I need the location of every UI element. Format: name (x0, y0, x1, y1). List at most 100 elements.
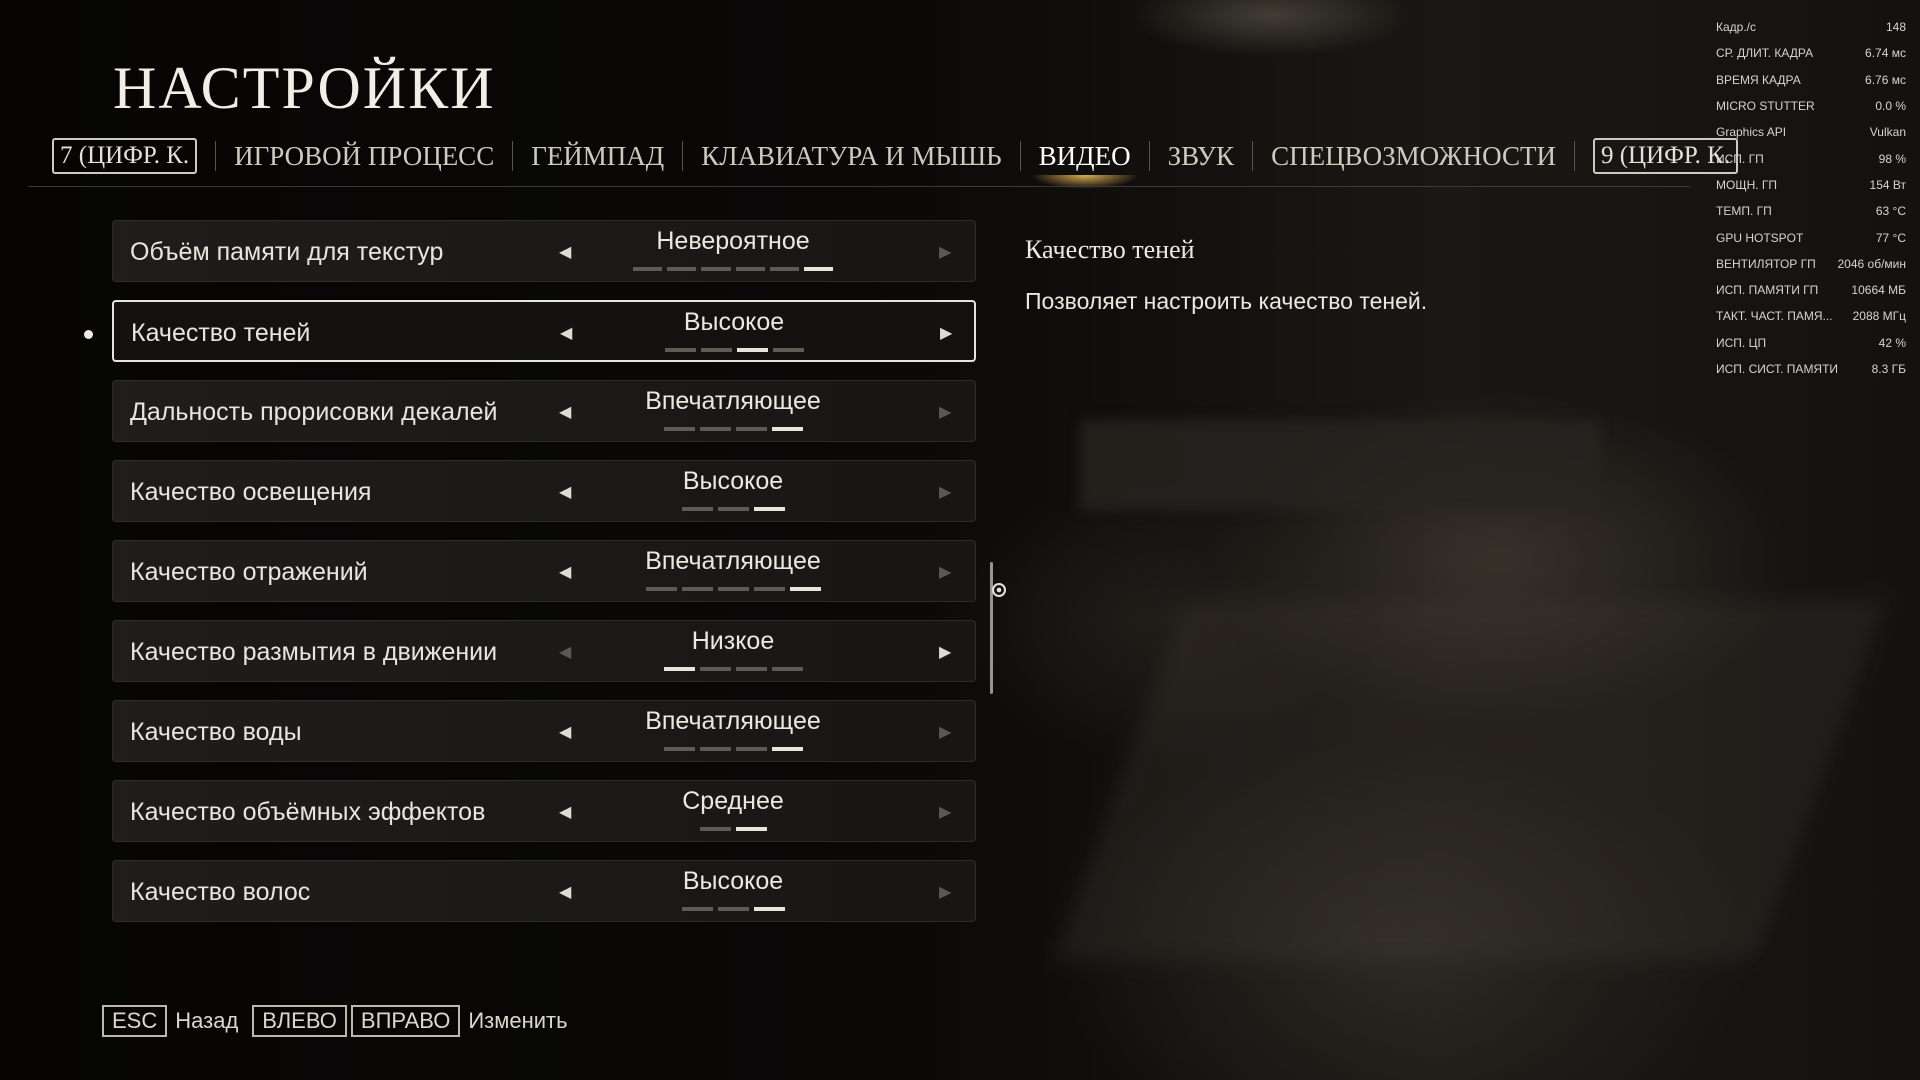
arrow-right-icon[interactable]: ▶ (939, 642, 951, 662)
arrow-left-icon[interactable]: ◀ (559, 402, 571, 422)
setting-value: Впечатляющее (645, 547, 821, 575)
arrow-right-icon[interactable]: ▶ (939, 802, 951, 822)
scrollbar[interactable] (990, 562, 993, 694)
level-indicator (634, 348, 834, 352)
arrow-right-icon[interactable]: ▶ (939, 242, 951, 262)
prev-tab-key[interactable]: 7 (ЦИФР. К. (52, 138, 198, 174)
level-pip (771, 667, 803, 671)
setting-row[interactable]: Качество волос ◀ Высокое ▶ (112, 860, 976, 922)
setting-label: Качество освещения (130, 478, 372, 506)
arrow-left-icon[interactable]: ◀ (559, 882, 571, 902)
arrow-right-icon[interactable]: ▶ (939, 722, 951, 742)
tab-gameplay[interactable]: ИГРОВОЙ ПРОЦЕСС (216, 141, 512, 172)
arrow-left-icon[interactable]: ◀ (560, 323, 572, 343)
osd-label: ВЕНТИЛЯТОР ГП (1716, 256, 1816, 271)
level-pip (699, 427, 731, 431)
osd-value: 6.74 мс (1865, 46, 1906, 61)
setting-row[interactable]: Качество объёмных эффектов ◀ Среднее ▶ (112, 780, 976, 842)
osd-row: ИСП. СИСТ. ПАМЯТИ 8.3 ГБ (1716, 356, 1906, 382)
osd-label: СР. ДЛИТ. КАДРА (1716, 46, 1814, 61)
setting-row[interactable]: Качество теней ◀ Высокое ▶ (112, 300, 976, 362)
tab-gamepad[interactable]: ГЕЙМПАД (513, 141, 682, 172)
osd-row: ИСП. ГП 98 % (1716, 145, 1906, 171)
level-pip (645, 587, 677, 591)
tab-underline (28, 186, 1690, 187)
osd-label: MICRO STUTTER (1716, 99, 1815, 114)
osd-label: GPU HOTSPOT (1716, 230, 1804, 245)
osd-value: 154 Вт (1869, 177, 1906, 192)
setting-row[interactable]: Качество отражений ◀ Впечатляющее ▶ (112, 540, 976, 602)
setting-label: Качество размытия в движении (130, 638, 498, 666)
osd-label: ТЕМП. ГП (1716, 204, 1772, 219)
setting-label: Дальность прорисовки декалей (130, 398, 498, 426)
right-key[interactable]: ВПРАВО (350, 1005, 461, 1037)
level-pip (735, 267, 765, 271)
tab-bar: 7 (ЦИФР. К. ИГРОВОЙ ПРОЦЕСС ГЕЙМПАД КЛАВ… (52, 136, 1739, 189)
left-key[interactable]: ВЛЕВО (252, 1005, 347, 1037)
back-label[interactable]: Назад (175, 1008, 238, 1034)
level-pip (667, 267, 697, 271)
arrow-left-icon[interactable]: ◀ (559, 242, 571, 262)
level-pip (699, 747, 731, 751)
description-text: Позволяет настроить качество теней. (1025, 288, 1428, 314)
level-pip (771, 747, 803, 751)
osd-label: ТАКТ. ЧАСТ. ПАМЯ... (1716, 309, 1833, 324)
level-pip (753, 507, 785, 511)
setting-row[interactable]: Объём памяти для текстур ◀ Невероятное ▶ (112, 220, 976, 282)
osd-value: Vulkan (1869, 125, 1906, 140)
setting-row[interactable]: Качество воды ◀ Впечатляющее ▶ (112, 700, 976, 762)
level-indicator (633, 427, 833, 431)
tab-accessibility[interactable]: СПЕЦВОЗМОЖНОСТИ (1253, 141, 1574, 172)
arrow-right-icon[interactable]: ▶ (939, 882, 951, 902)
setting-label: Качество объёмных эффектов (130, 798, 486, 826)
level-pip (771, 427, 803, 431)
arrow-right-icon[interactable]: ▶ (939, 482, 951, 502)
level-pip (681, 587, 713, 591)
osd-row: ИСП. ПАМЯТИ ГП 10664 МБ (1716, 277, 1906, 303)
osd-label: Graphics API (1716, 125, 1787, 140)
arrow-right-icon[interactable]: ▶ (940, 323, 952, 343)
description-title: Качество теней (1025, 235, 1195, 264)
esc-key[interactable]: ESC (102, 1005, 168, 1037)
osd-label: ИСП. СИСТ. ПАМЯТИ (1716, 362, 1839, 376)
arrow-left-icon[interactable]: ◀ (559, 642, 571, 662)
osd-row: Кадр./с 148 (1716, 14, 1906, 40)
level-pip (664, 348, 696, 352)
arrow-left-icon[interactable]: ◀ (559, 482, 571, 502)
background-furniture (1080, 420, 1600, 510)
tab-sound[interactable]: ЗВУК (1150, 141, 1252, 172)
level-pip (663, 747, 695, 751)
osd-row: ТЕМП. ГП 63 °C (1716, 198, 1906, 224)
level-pip (717, 907, 749, 911)
osd-value: 77 °C (1875, 230, 1906, 245)
arrow-left-icon[interactable]: ◀ (559, 562, 571, 582)
setting-row[interactable]: Качество размытия в движении ◀ Низкое ▶ (112, 620, 976, 682)
page-title: НАСТРОЙКИ (113, 55, 496, 121)
osd-value: 6.76 мс (1865, 72, 1906, 87)
osd-label: ИСП. ГП (1716, 151, 1764, 166)
tab-keyboard-mouse[interactable]: КЛАВИАТУРА И МЫШЬ (683, 141, 1019, 172)
arrow-left-icon[interactable]: ◀ (559, 722, 571, 742)
setting-row[interactable]: Дальность прорисовки декалей ◀ Впечатляю… (112, 380, 976, 442)
arrow-right-icon[interactable]: ▶ (939, 562, 951, 582)
osd-row: ВЕНТИЛЯТОР ГП 2046 об/мин (1716, 251, 1906, 277)
level-pip (753, 907, 785, 911)
level-pip (772, 348, 804, 352)
level-pip (663, 667, 695, 671)
tab-video[interactable]: ВИДЕО (1021, 141, 1149, 189)
setting-row[interactable]: Качество освещения ◀ Высокое ▶ (112, 460, 976, 522)
setting-label: Качество воды (130, 718, 302, 746)
osd-label: ВРЕМЯ КАДРА (1716, 72, 1801, 87)
arrow-left-icon[interactable]: ◀ (559, 802, 571, 822)
osd-value: 0.0 % (1875, 99, 1906, 114)
setting-label: Качество теней (131, 319, 311, 347)
mouse-cursor-icon (992, 583, 1006, 597)
osd-label: ИСП. ЦП (1716, 335, 1767, 350)
osd-row: Graphics API Vulkan (1716, 119, 1906, 145)
change-label: Изменить (468, 1008, 568, 1033)
arrow-right-icon[interactable]: ▶ (939, 402, 951, 422)
osd-row: СР. ДЛИТ. КАДРА 6.74 мс (1716, 40, 1906, 66)
setting-value: Высокое (683, 308, 785, 336)
settings-list: Объём памяти для текстур ◀ Невероятное ▶… (112, 220, 976, 940)
level-indicator (633, 907, 833, 911)
